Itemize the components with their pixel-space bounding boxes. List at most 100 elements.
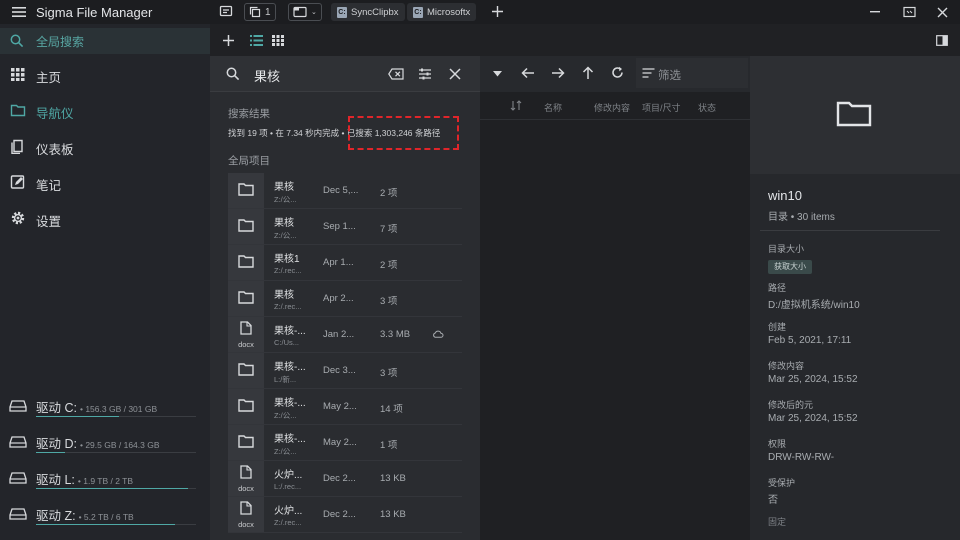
result-size: 2 项 [380, 260, 398, 271]
sidebar-item-home[interactable]: 主页 [0, 59, 210, 89]
search-bar[interactable]: 果核 [210, 56, 480, 92]
edit-note-icon [10, 174, 26, 190]
result-size: 3.3 MB [380, 329, 411, 340]
annotation-highlight-box [348, 116, 459, 150]
view-toolbar [210, 28, 960, 54]
result-path: Z:/.rec... [274, 266, 302, 275]
search-result-row[interactable]: docx 火炉... L:/.rec... Dec 2... 13 KB [228, 461, 462, 497]
column-header-name[interactable]: 名称 [544, 101, 562, 114]
file-list-area [480, 56, 750, 540]
add-tab-icon[interactable] [491, 5, 504, 18]
close-icon[interactable] [937, 7, 948, 18]
maximize-icon[interactable] [903, 6, 916, 18]
search-result-row[interactable]: docx 火炉... Z:/.rec... Dec 2... 13 KB [228, 497, 462, 533]
workspace-button[interactable]: ⌄ [288, 3, 322, 21]
clear-search-icon[interactable] [388, 68, 404, 80]
hard-drive-icon [9, 472, 27, 484]
result-date: Dec 3... [323, 365, 356, 376]
search-input[interactable]: 果核 [254, 66, 280, 85]
list-view-icon[interactable] [250, 35, 263, 46]
protected-label: 受保护 [768, 478, 796, 488]
details-subtitle: 目录 • 30 items [768, 212, 835, 223]
result-path: L:/新... [274, 375, 297, 384]
tab-syncclip[interactable]: C: SyncClipbx [331, 3, 405, 21]
result-size: 3 项 [380, 368, 398, 379]
result-date: Apr 2... [323, 293, 354, 304]
sort-icon[interactable] [510, 100, 522, 111]
result-name: 果核 [274, 182, 294, 193]
created-label: 创建 [768, 322, 787, 332]
result-name: 火炉... [274, 470, 303, 481]
drive-size: • 5.2 TB / 6 TB [78, 512, 134, 522]
result-path: Z:/公... [274, 447, 297, 456]
result-name: 果核1 [274, 254, 300, 265]
sidebar-item-navigator[interactable]: 导航仪 [0, 95, 210, 125]
toggle-panel-icon[interactable] [936, 35, 948, 46]
result-name: 果核 [274, 218, 294, 229]
drive-item[interactable]: 驱动 L: • 1.9 TB / 2 TB [0, 462, 210, 496]
result-path: Z:/公... [274, 195, 297, 204]
forward-arrow-icon[interactable] [551, 67, 565, 79]
details-name: win10 [768, 188, 802, 203]
search-result-row[interactable]: 果核 Z:/公... Sep 1... 7 项 [228, 209, 462, 245]
search-icon [226, 67, 240, 81]
result-size: 13 KB [380, 473, 406, 484]
result-name: 果核-... [274, 434, 306, 445]
history-dropdown-icon[interactable] [493, 71, 502, 77]
column-headers: 名称 修改内容 项目/尺寸 状态 [480, 92, 750, 120]
result-path: Z:/.rec... [274, 302, 302, 311]
path-label: 路径 [768, 283, 787, 293]
drive-usage-fill [36, 488, 188, 489]
get-size-button[interactable]: 获取大小 [768, 260, 812, 274]
result-path: C:/Us... [274, 338, 300, 347]
sidebar-item-notes[interactable]: 笔记 [0, 167, 210, 197]
column-header-size[interactable]: 项目/尺寸 [642, 101, 681, 114]
column-header-modified[interactable]: 修改内容 [594, 101, 630, 114]
drive-item[interactable]: 驱动 Z: • 5.2 TB / 6 TB [0, 498, 210, 532]
drive-size: • 29.5 GB / 164.3 GB [79, 440, 160, 450]
tab-list-button[interactable]: 1 [244, 3, 276, 21]
refresh-icon[interactable] [611, 66, 624, 79]
search-result-row[interactable]: 果核-... Z:/公... May 2... 14 项 [228, 389, 462, 425]
search-result-row[interactable]: 果核 Z:/.rec... Apr 2... 3 项 [228, 281, 462, 317]
result-name: 果核-... [274, 362, 306, 373]
search-result-row[interactable]: 果核-... Z:/公... May 2... 1 项 [228, 425, 462, 461]
drive-usage-bar [36, 524, 196, 525]
tab-microsoft[interactable]: C: Microsoftx [407, 3, 477, 21]
result-path: Z:/.rec... [274, 518, 302, 527]
search-result-row[interactable]: docx 果核-... C:/Us... Jan 2... 3.3 MB [228, 317, 462, 353]
modified-label: 修改内容 [768, 361, 805, 371]
close-search-icon[interactable] [449, 68, 461, 80]
sidebar-item-settings[interactable]: 设置 [0, 203, 210, 233]
drive-usage-bar [36, 452, 196, 453]
result-date: Jan 2... [323, 329, 355, 340]
add-icon[interactable] [222, 34, 235, 47]
search-result-row[interactable]: 果核 Z:/公... Dec 5,... 2 项 [228, 173, 462, 209]
notes-icon[interactable] [219, 5, 233, 19]
sidebar-item-dashboard[interactable]: 仪表板 [0, 131, 210, 161]
drive-size: • 1.9 TB / 2 TB [77, 476, 134, 486]
result-thumbnail: docx [228, 497, 264, 532]
minimize-icon[interactable] [870, 11, 880, 13]
sidebar-item-global-search[interactable]: 全局搜索 [0, 28, 210, 54]
grid-view-icon[interactable] [272, 35, 284, 46]
search-options-icon[interactable] [418, 67, 432, 81]
hamburger-menu-icon[interactable] [12, 6, 26, 18]
search-result-row[interactable]: 果核1 Z:/.rec... Apr 1... 2 项 [228, 245, 462, 281]
drive-item[interactable]: 驱动 C: • 156.3 GB / 301 GB [0, 390, 210, 424]
column-header-status[interactable]: 状态 [698, 101, 716, 114]
dir-size-label: 目录大小 [768, 244, 805, 254]
drive-size: • 156.3 GB / 301 GB [79, 404, 158, 414]
up-arrow-icon[interactable] [582, 66, 594, 80]
search-icon [10, 34, 24, 48]
back-arrow-icon[interactable] [521, 67, 535, 79]
drive-c-icon: C: [337, 6, 347, 18]
filter-input[interactable]: 筛选 [636, 58, 748, 88]
permissions-value: DRW-RW-RW- [768, 452, 835, 463]
sidebar-item-label: 导航仪 [36, 107, 74, 121]
app-title: Sigma File Manager [36, 5, 153, 20]
search-result-row[interactable]: 果核-... L:/新... Dec 3... 3 项 [228, 353, 462, 389]
drive-item[interactable]: 驱动 D: • 29.5 GB / 164.3 GB [0, 426, 210, 460]
result-date: Sep 1... [323, 221, 356, 232]
drive-name: 驱动 C: [36, 401, 77, 415]
